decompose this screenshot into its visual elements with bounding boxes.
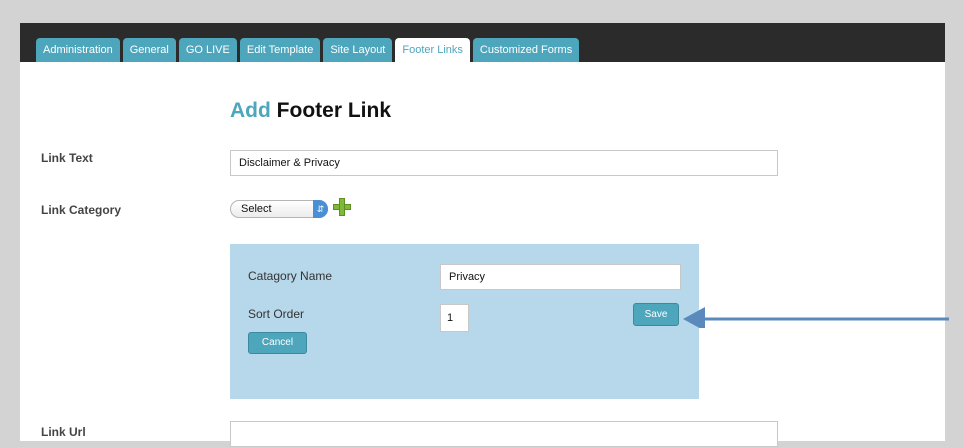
link-text-label: Link Text	[41, 151, 93, 165]
arrow-icon	[683, 307, 949, 328]
content-panel: Add Footer Link Link Text Disclaimer & P…	[20, 62, 945, 447]
tab-footer-links[interactable]: Footer Links	[395, 38, 470, 62]
link-category-label: Link Category	[41, 203, 122, 217]
link-text-input[interactable]: Disclaimer & Privacy	[230, 150, 778, 176]
link-url-input[interactable]	[230, 421, 778, 447]
link-category-select-value: Select	[241, 203, 272, 215]
category-name-label: Catagory Name	[248, 269, 333, 283]
cancel-button[interactable]: Cancel	[248, 332, 307, 354]
page-title-accent: Add	[230, 99, 271, 122]
tab-site-layout[interactable]: Site Layout	[323, 38, 393, 62]
sort-order-input[interactable]: 1	[440, 304, 469, 332]
tab-bar: Administration General GO LIVE Edit Temp…	[36, 38, 582, 62]
link-url-label: Link Url	[41, 425, 86, 439]
tab-customized-forms[interactable]: Customized Forms	[472, 38, 580, 62]
link-category-select[interactable]: Select ⇵	[230, 200, 328, 218]
category-name-input[interactable]: Privacy	[440, 264, 681, 290]
add-category-panel: Catagory Name Privacy Sort Order 1 Save …	[230, 244, 699, 399]
page-title: Add Footer Link	[230, 99, 391, 123]
page-title-rest: Footer Link	[276, 99, 392, 122]
tab-edit-template[interactable]: Edit Template	[239, 38, 321, 62]
plus-icon[interactable]	[333, 198, 351, 216]
tab-go-live[interactable]: GO LIVE	[178, 38, 237, 62]
tab-administration[interactable]: Administration	[36, 38, 120, 62]
chevron-updown-icon: ⇵	[313, 200, 328, 218]
sort-order-label: Sort Order	[248, 307, 305, 321]
tab-general[interactable]: General	[122, 38, 176, 62]
save-button[interactable]: Save	[633, 303, 679, 326]
